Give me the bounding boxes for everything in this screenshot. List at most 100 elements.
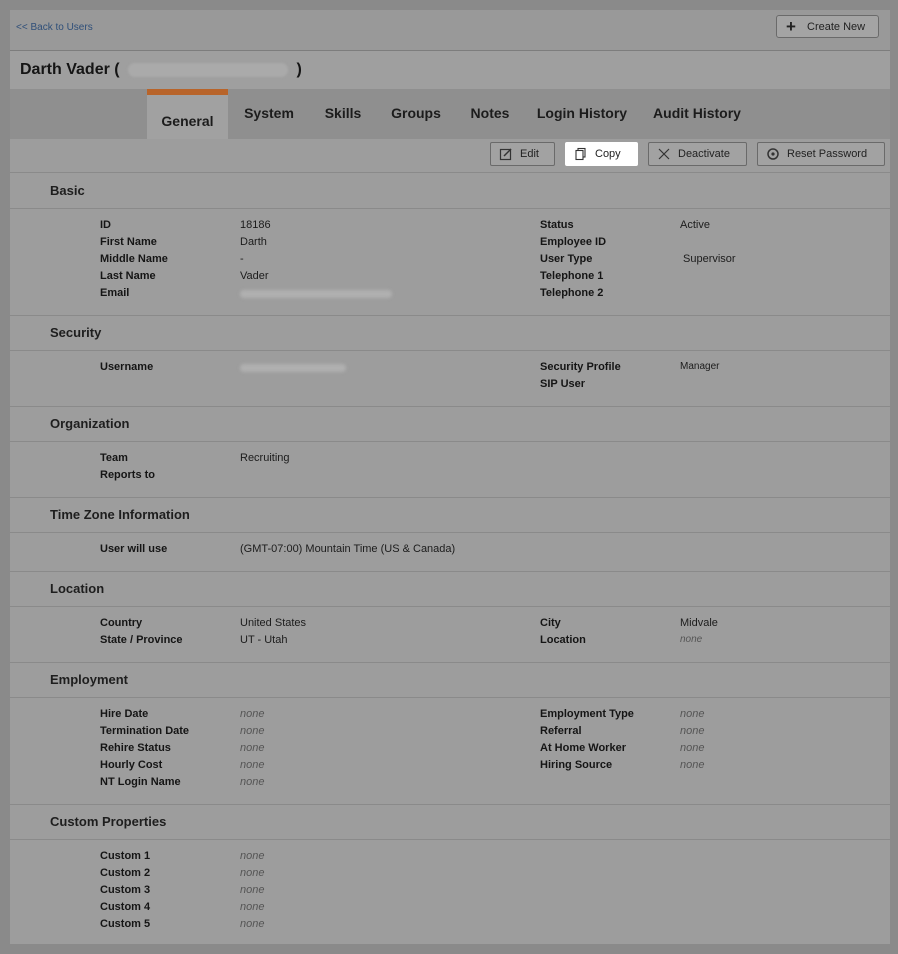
user-name: Darth Vader ( xyxy=(20,61,120,78)
back-to-users-link[interactable]: << Back to Users xyxy=(16,22,93,33)
custom4-label: Custom 4 xyxy=(100,901,151,913)
user-name-close: ) xyxy=(296,61,302,78)
tab-bar: General System Skills Groups Notes Login… xyxy=(10,89,890,139)
user-type-value: Supervisor xyxy=(683,253,736,265)
user-will-use-value: (GMT-07:00) Mountain Time (US & Canada) xyxy=(240,543,456,555)
team-value: Recruiting xyxy=(240,452,290,464)
location-label: Location xyxy=(540,634,586,646)
section-title-timezone: Time Zone Information xyxy=(50,507,190,522)
divider xyxy=(10,697,890,698)
security-profile-value: Manager xyxy=(680,361,720,372)
deactivate-button[interactable]: Deactivate xyxy=(648,142,747,166)
state-label: State / Province xyxy=(100,634,183,646)
telephone2-label: Telephone 2 xyxy=(540,287,604,299)
telephone1-label: Telephone 1 xyxy=(540,270,604,282)
edit-icon xyxy=(499,148,512,161)
copy-icon xyxy=(575,147,586,161)
hourly-cost-value: none xyxy=(240,759,265,771)
employee-id-label: Employee ID xyxy=(540,236,607,248)
section-title-basic: Basic xyxy=(50,183,85,198)
middle-name-label: Middle Name xyxy=(100,253,168,265)
edit-button[interactable]: Edit xyxy=(490,142,555,166)
section-title-employment: Employment xyxy=(50,672,129,687)
location-value: none xyxy=(680,634,703,645)
custom5-value: none xyxy=(240,918,265,930)
sip-user-label: SIP User xyxy=(540,378,586,390)
status-value: Active xyxy=(680,219,710,231)
at-home-worker-label: At Home Worker xyxy=(540,742,626,754)
deactivate-label: Deactivate xyxy=(678,148,730,160)
nt-login-label: NT Login Name xyxy=(100,776,181,788)
employment-type-value: none xyxy=(680,708,705,720)
divider xyxy=(10,606,890,607)
divider xyxy=(10,532,890,533)
tab-system[interactable]: System xyxy=(240,89,298,139)
top-bar: << Back to Users + Create New xyxy=(10,10,890,51)
country-label: Country xyxy=(100,617,143,629)
divider xyxy=(10,804,890,805)
referral-label: Referral xyxy=(540,725,582,737)
divider xyxy=(10,406,890,407)
middle-name-value: - xyxy=(240,253,244,265)
section-title-organization: Organization xyxy=(50,416,130,431)
hiring-source-value: none xyxy=(680,759,705,771)
id-value: 18186 xyxy=(240,219,271,231)
custom1-value: none xyxy=(240,850,265,862)
last-name-value: Vader xyxy=(240,270,269,282)
tab-groups[interactable]: Groups xyxy=(387,89,445,139)
hire-date-label: Hire Date xyxy=(100,708,149,720)
page-title: Darth Vader ( ) xyxy=(20,61,302,79)
action-bar: Edit Copy Deactivate Reset Password xyxy=(10,139,890,173)
rehire-status-label: Rehire Status xyxy=(100,742,171,754)
reset-icon xyxy=(767,148,779,160)
first-name-label: First Name xyxy=(100,236,157,248)
divider xyxy=(10,350,890,351)
hourly-cost-label: Hourly Cost xyxy=(100,759,163,771)
tab-audit-history[interactable]: Audit History xyxy=(651,89,743,139)
copy-label: Copy xyxy=(595,148,621,160)
plus-icon: + xyxy=(786,17,796,36)
divider xyxy=(10,497,890,498)
username-label: Username xyxy=(100,361,154,373)
edit-label: Edit xyxy=(520,148,539,160)
copy-button[interactable]: Copy xyxy=(565,142,638,166)
city-label: City xyxy=(540,617,561,629)
first-name-value: Darth xyxy=(240,236,267,248)
country-value: United States xyxy=(240,617,307,629)
create-new-button[interactable]: + Create New xyxy=(776,15,879,38)
divider xyxy=(10,571,890,572)
city-value: Midvale xyxy=(680,617,718,629)
tab-login-history[interactable]: Login History xyxy=(534,89,630,139)
redacted-username-value xyxy=(240,364,346,372)
custom3-value: none xyxy=(240,884,265,896)
employment-type-label: Employment Type xyxy=(540,708,634,720)
reports-to-label: Reports to xyxy=(100,469,155,481)
custom3-label: Custom 3 xyxy=(100,884,151,896)
custom2-value: none xyxy=(240,867,265,879)
close-icon xyxy=(658,148,670,160)
id-label: ID xyxy=(100,219,111,231)
nt-login-value: none xyxy=(240,776,265,788)
divider xyxy=(10,441,890,442)
user-will-use-label: User will use xyxy=(100,543,168,555)
tab-notes[interactable]: Notes xyxy=(465,89,515,139)
divider xyxy=(10,315,890,316)
divider xyxy=(10,208,890,209)
section-title-security: Security xyxy=(50,325,102,340)
email-label: Email xyxy=(100,287,130,299)
custom2-label: Custom 2 xyxy=(100,867,151,879)
at-home-worker-value: none xyxy=(680,742,705,754)
section-title-location: Location xyxy=(50,581,105,596)
rehire-status-value: none xyxy=(240,742,265,754)
state-value: UT - Utah xyxy=(240,634,288,646)
user-detail-page: << Back to Users + Create New Darth Vade… xyxy=(10,10,890,944)
custom1-label: Custom 1 xyxy=(100,850,151,862)
referral-value: none xyxy=(680,725,705,737)
hiring-source-label: Hiring Source xyxy=(540,759,613,771)
section-title-custom: Custom Properties xyxy=(50,814,167,829)
tab-general[interactable]: General xyxy=(147,89,228,139)
title-row: Darth Vader ( ) xyxy=(10,51,890,89)
tab-skills[interactable]: Skills xyxy=(318,89,368,139)
last-name-label: Last Name xyxy=(100,270,156,282)
reset-password-button[interactable]: Reset Password xyxy=(757,142,885,166)
